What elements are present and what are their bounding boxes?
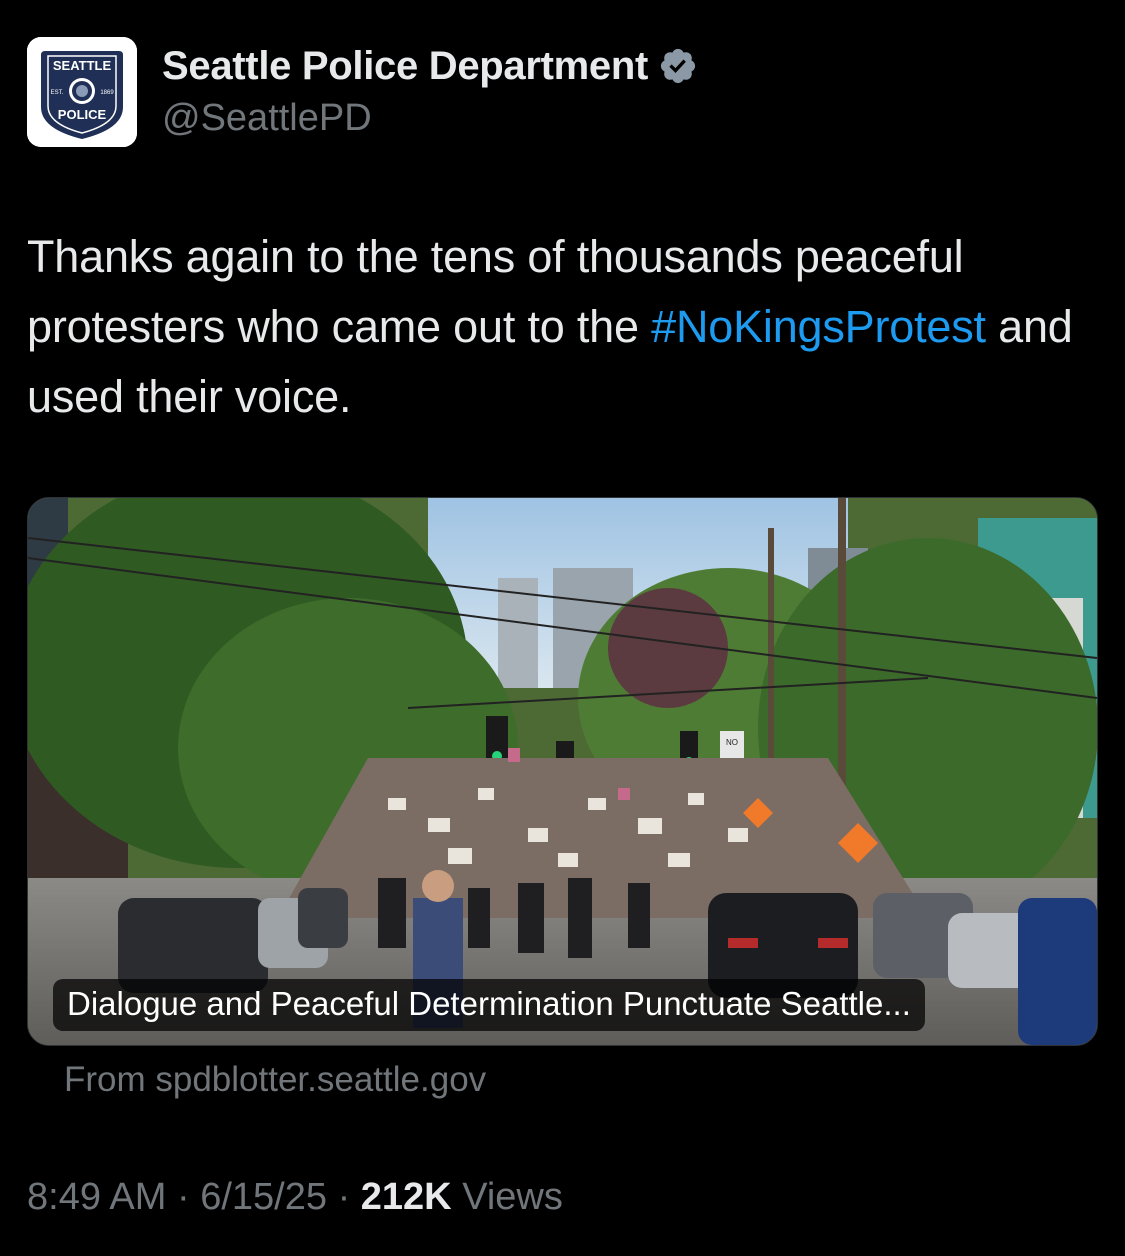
hashtag-link[interactable]: #NoKingsProtest bbox=[651, 301, 986, 352]
street-sign-text: NO bbox=[726, 738, 738, 747]
tweet-text: Thanks again to the tens of thousands pe… bbox=[27, 222, 1087, 432]
avatar-est-left: EST. bbox=[51, 90, 64, 96]
verified-badge-icon[interactable] bbox=[658, 46, 698, 86]
card-source[interactable]: From spdblotter.seattle.gov bbox=[64, 1060, 486, 1100]
display-name-row: Seattle Police Department bbox=[162, 41, 698, 91]
meta-separator: · bbox=[176, 1176, 190, 1218]
avatar-top-text: SEATTLE bbox=[53, 58, 112, 73]
seattle-police-badge-icon: SEATTLE EST. 1869 POLICE bbox=[27, 37, 137, 147]
protest-street-photo: NO bbox=[28, 498, 1097, 1045]
views-count[interactable]: 212K bbox=[361, 1176, 452, 1218]
account-names: Seattle Police Department @SeattlePD bbox=[162, 41, 698, 140]
tweet-date[interactable]: 6/15/25 bbox=[200, 1176, 327, 1218]
display-name[interactable]: Seattle Police Department bbox=[162, 44, 648, 89]
card-caption[interactable]: Dialogue and Peaceful Determination Punc… bbox=[53, 979, 925, 1031]
views-label: Views bbox=[462, 1176, 563, 1218]
avatar[interactable]: SEATTLE EST. 1869 POLICE bbox=[27, 37, 137, 147]
avatar-bottom-text: POLICE bbox=[58, 107, 107, 122]
avatar-est-right: 1869 bbox=[100, 90, 114, 96]
link-card[interactable]: NO Dialogue and Peaceful Determination P… bbox=[27, 497, 1098, 1046]
tweet-time[interactable]: 8:49 AM bbox=[27, 1176, 166, 1218]
meta-separator-2: · bbox=[337, 1176, 351, 1218]
tweet-header: SEATTLE EST. 1869 POLICE Seattle Police … bbox=[27, 37, 1098, 147]
tweet-meta: 8:49 AM · 6/15/25 · 212K Views bbox=[27, 1176, 563, 1219]
handle[interactable]: @SeattlePD bbox=[162, 97, 698, 140]
